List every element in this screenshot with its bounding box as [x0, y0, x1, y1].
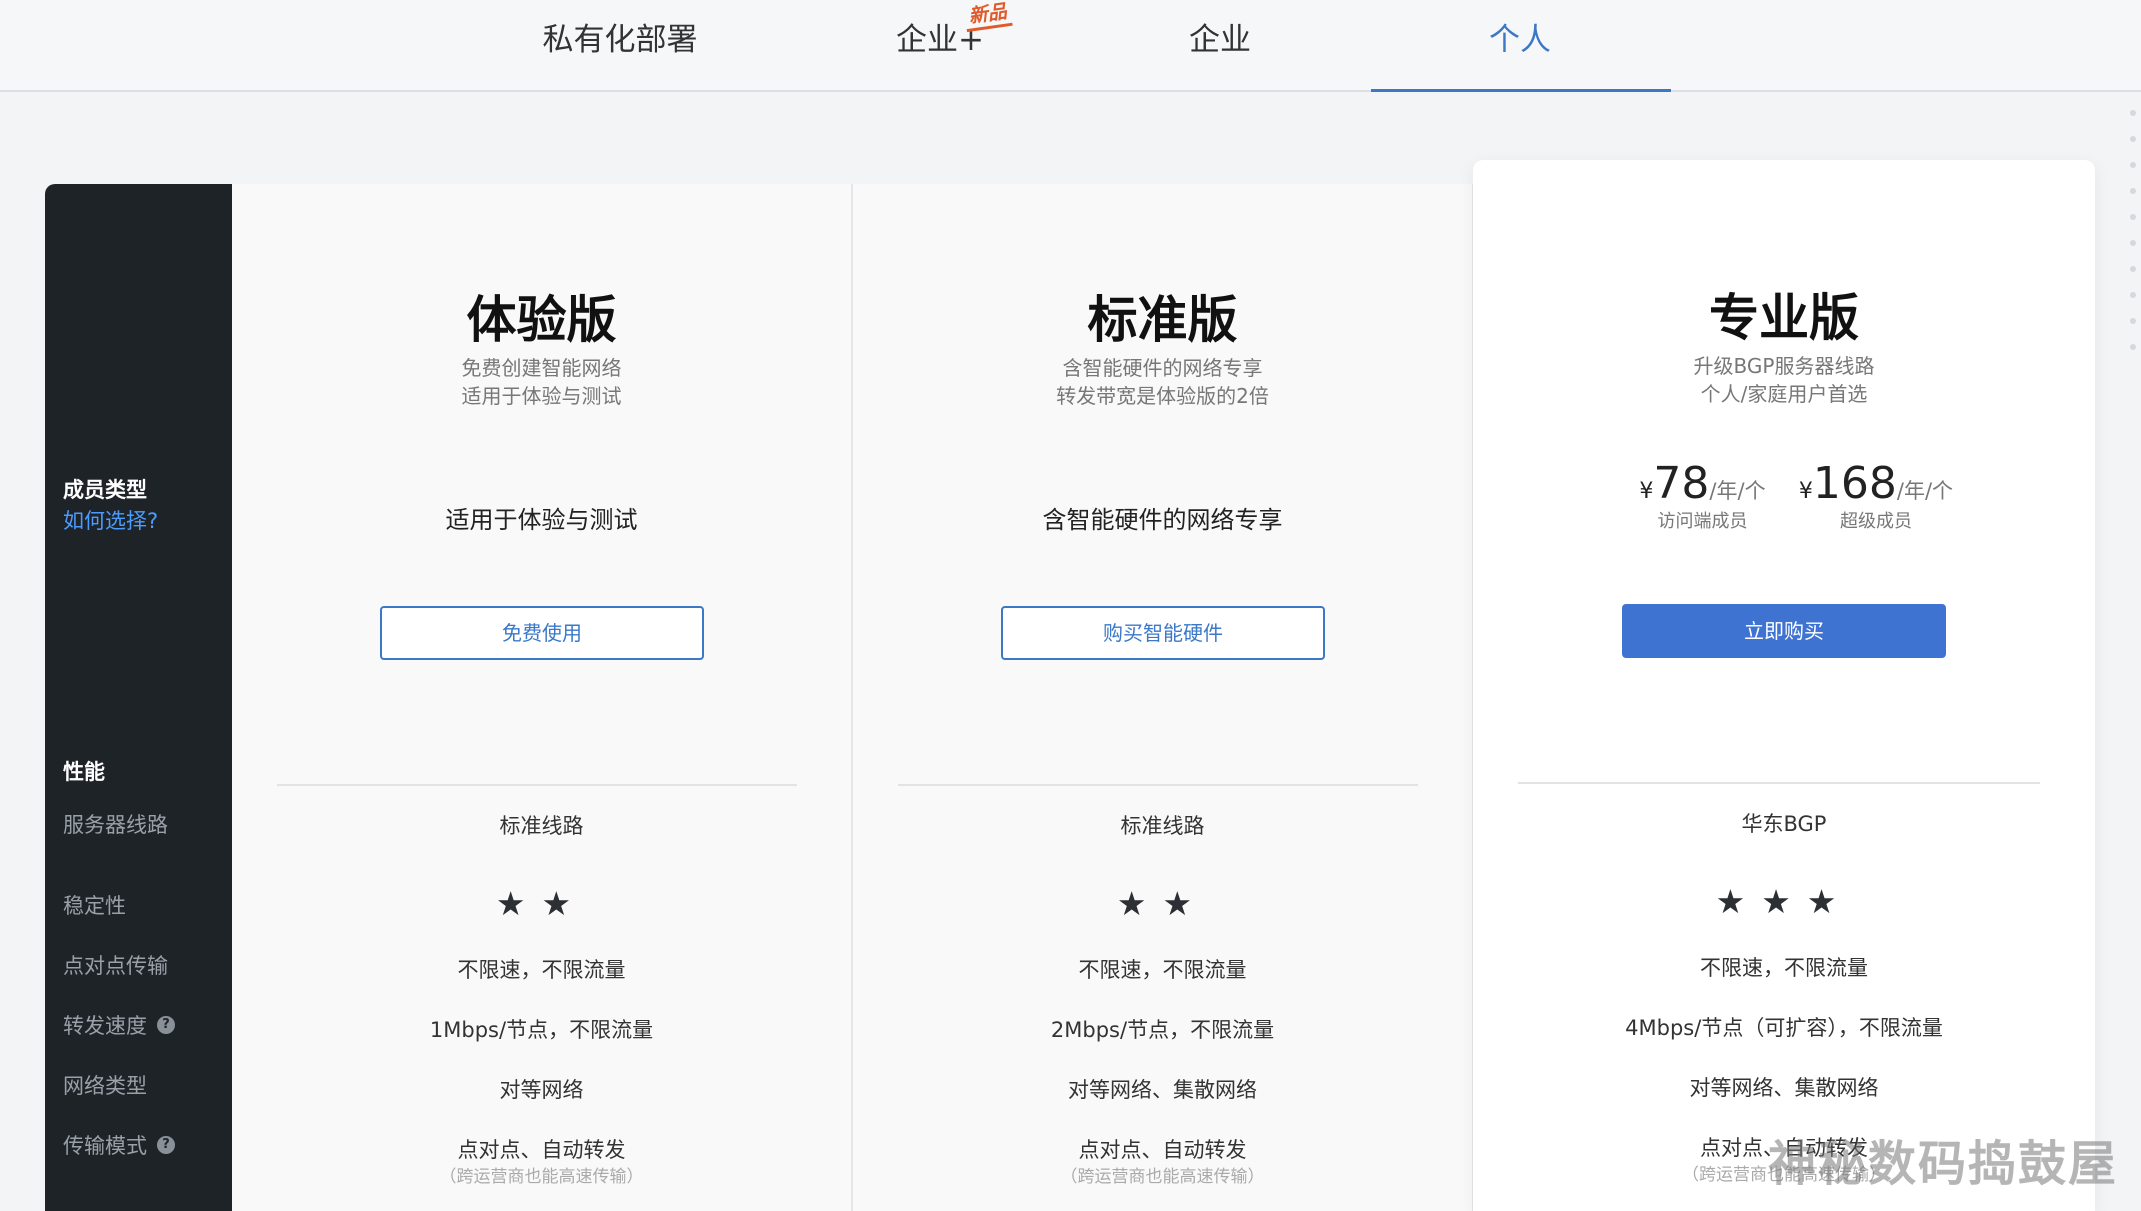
- network-type-value: 对等网络、集散网络: [1068, 1078, 1257, 1102]
- divider: [277, 784, 797, 786]
- row-label-relay-speed: 转发速度?: [63, 1010, 175, 1040]
- transfer-mode-value: 点对点、自动转发: [1078, 1138, 1247, 1162]
- relay-speed-value: 1Mbps/节点，不限流量: [429, 1018, 654, 1042]
- row-label-server-line: 服务器线路: [63, 809, 168, 839]
- row-label-network-type: 网络类型: [63, 1070, 147, 1100]
- free-use-button[interactable]: 免费使用: [380, 606, 704, 660]
- help-icon[interactable]: ?: [157, 1016, 175, 1034]
- watermark: 神秘数码捣鼓屋: [1768, 1136, 2119, 1192]
- network-type-value: 对等网络: [499, 1078, 584, 1102]
- how-to-choose-link[interactable]: 如何选择?: [63, 505, 158, 535]
- plan-card-trial: 体验版 免费创建智能网络 适用于体验与测试 适用于体验与测试 免费使用 标准线路…: [232, 184, 853, 1211]
- p2p-value: 不限速，不限流量: [1078, 958, 1247, 982]
- help-icon[interactable]: ?: [157, 1136, 175, 1154]
- divider: [898, 784, 1418, 786]
- plan-title: 标准版: [1087, 291, 1238, 349]
- plan-card-pro: 专业版 升级BGP服务器线路 个人/家庭用户首选 ¥78/年/个 访问端成员 ¥…: [1473, 160, 2095, 1211]
- row-label-text: 服务器线路: [63, 813, 168, 837]
- plan-title: 专业版: [1709, 289, 1859, 347]
- p2p-value: 不限速，不限流量: [1700, 956, 1868, 980]
- stability-stars: ★★★: [1715, 882, 1853, 921]
- tab-private-deploy[interactable]: 私有化部署: [520, 14, 720, 64]
- row-label-stability: 稳定性: [63, 890, 126, 920]
- feature-sidebar: 成员类型 如何选择? 性能 服务器线路 稳定性 点对点传输 转发速度? 网络类型…: [45, 184, 232, 1211]
- server-line-value: 标准线路: [499, 814, 584, 838]
- currency-symbol: ¥: [1639, 479, 1654, 504]
- row-label-text: 点对点传输: [63, 954, 168, 978]
- plan-title: 体验版: [466, 291, 617, 349]
- member-type-label: 成员类型: [63, 478, 147, 502]
- stability-stars: ★★: [1116, 884, 1209, 923]
- tab-enterprise[interactable]: 企业: [1120, 14, 1320, 64]
- price-unit: /年/个: [1709, 479, 1766, 503]
- price-visitor: ¥78/年/个 访问端成员: [1630, 458, 1775, 533]
- plan-subtitle: 升级BGP服务器线路: [1693, 354, 1875, 378]
- plan-description: 含智能硬件的网络专享: [1042, 506, 1283, 534]
- row-label-text: 网络类型: [63, 1074, 147, 1098]
- stability-stars: ★★: [495, 884, 588, 923]
- plan-subtitle: 适用于体验与测试: [461, 384, 622, 408]
- relay-speed-value: 2Mbps/节点，不限流量: [1050, 1018, 1275, 1042]
- plan-subtitle: 个人/家庭用户首选: [1700, 382, 1868, 406]
- scroll-dots: [2130, 110, 2138, 360]
- server-line-value: 华东BGP: [1741, 812, 1827, 836]
- price-label: 访问端成员: [1657, 511, 1748, 532]
- price-amount: 78: [1653, 458, 1710, 509]
- transfer-mode-value: 点对点、自动转发: [457, 1138, 626, 1162]
- transfer-mode-note: （跨运营商也能高速传输）: [439, 1167, 644, 1187]
- row-label-transfer-mode: 传输模式?: [63, 1130, 175, 1160]
- row-label-text: 传输模式: [63, 1134, 147, 1158]
- price-label: 超级成员: [1840, 511, 1912, 532]
- row-label-text: 稳定性: [63, 894, 126, 918]
- relay-speed-value: 4Mbps/节点（可扩容），不限流量: [1625, 1016, 1943, 1040]
- row-label-text: 转发速度: [63, 1014, 147, 1038]
- buy-hardware-button[interactable]: 购买智能硬件: [1001, 606, 1325, 660]
- server-line-value: 标准线路: [1120, 814, 1205, 838]
- price-super: ¥168/年/个 超级成员: [1791, 458, 1961, 533]
- row-label-p2p: 点对点传输: [63, 950, 168, 980]
- buy-now-button[interactable]: 立即购买: [1622, 604, 1946, 658]
- price-amount: 168: [1812, 458, 1897, 509]
- plan-subtitle: 免费创建智能网络: [461, 356, 622, 380]
- performance-label: 性能: [63, 760, 105, 784]
- plan-description: 适用于体验与测试: [445, 506, 638, 534]
- p2p-value: 不限速，不限流量: [457, 958, 626, 982]
- plan-card-standard: 标准版 含智能硬件的网络专享 转发带宽是体验版的2倍 含智能硬件的网络专享 购买…: [853, 184, 1474, 1211]
- tab-enterprise-plus[interactable]: 企业+: [835, 14, 1045, 64]
- currency-symbol: ¥: [1798, 479, 1813, 504]
- active-tab-indicator: [1371, 89, 1671, 92]
- divider: [1518, 782, 2040, 784]
- plan-tabbar: 私有化部署 企业+ 新品 企业 个人: [0, 0, 2141, 92]
- plan-subtitle: 含智能硬件的网络专享: [1062, 356, 1263, 380]
- network-type-value: 对等网络、集散网络: [1689, 1076, 1879, 1100]
- price-unit: /年/个: [1896, 479, 1954, 503]
- transfer-mode-note: （跨运营商也能高速传输）: [1060, 1167, 1265, 1187]
- plan-subtitle: 转发带宽是体验版的2倍: [1056, 384, 1269, 408]
- tab-personal[interactable]: 个人: [1420, 14, 1620, 64]
